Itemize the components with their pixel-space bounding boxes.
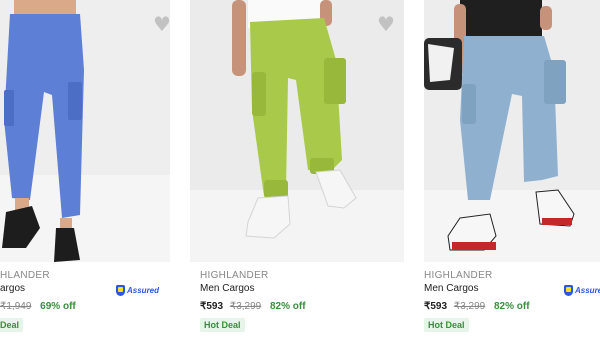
product-discount: 82% off xyxy=(270,301,306,312)
assured-shield-icon xyxy=(564,284,573,296)
assured-label: Assured xyxy=(127,285,160,295)
product-title[interactable]: argos xyxy=(0,283,25,294)
product-mrp: ₹3,299 xyxy=(453,301,486,312)
product-image-2[interactable]: ♥ xyxy=(190,0,404,262)
product-brand: HLANDER xyxy=(0,270,50,281)
product-title[interactable]: Men Cargos xyxy=(200,283,254,294)
price-row: ₹593 ₹3,299 82% off xyxy=(424,301,530,312)
product-brand: HIGHLANDER xyxy=(424,270,493,281)
product-brand: HIGHLANDER xyxy=(200,270,269,281)
assured-shield-icon xyxy=(116,284,125,296)
product-card-3[interactable]: HIGHLANDER Men Cargos Assured ₹593 ₹3,29… xyxy=(424,0,600,338)
product-title[interactable]: Men Cargos xyxy=(424,283,478,294)
assured-label: Assured xyxy=(575,285,600,295)
product-card-1[interactable]: ♥ HLANDER argos Assured ₹1,949 69% off D… xyxy=(0,0,170,338)
deal-badge: Deal xyxy=(0,318,24,332)
price-row: ₹1,949 69% off xyxy=(0,301,76,312)
assured-badge: Assured xyxy=(116,284,159,296)
wishlist-heart-icon[interactable]: ♥ xyxy=(152,14,170,34)
assured-badge: Assured xyxy=(564,284,600,296)
product-price: ₹593 xyxy=(424,301,448,312)
product-mrp: ₹1,949 xyxy=(0,301,32,312)
price-row: ₹593 ₹3,299 82% off xyxy=(200,301,306,312)
product-card-2[interactable]: ♥ HIGHLANDER Men Cargos ₹593 ₹3,299 82% … xyxy=(190,0,404,338)
product-mrp: ₹3,299 xyxy=(229,301,262,312)
product-image-3[interactable] xyxy=(424,0,600,262)
product-image-1[interactable]: ♥ xyxy=(0,0,170,262)
product-price: ₹593 xyxy=(200,301,224,312)
deal-badge: Hot Deal xyxy=(200,318,245,332)
wishlist-heart-icon[interactable]: ♥ xyxy=(376,14,396,34)
deal-badge: Hot Deal xyxy=(424,318,469,332)
product-discount: 82% off xyxy=(494,301,530,312)
product-discount: 69% off xyxy=(40,301,76,312)
